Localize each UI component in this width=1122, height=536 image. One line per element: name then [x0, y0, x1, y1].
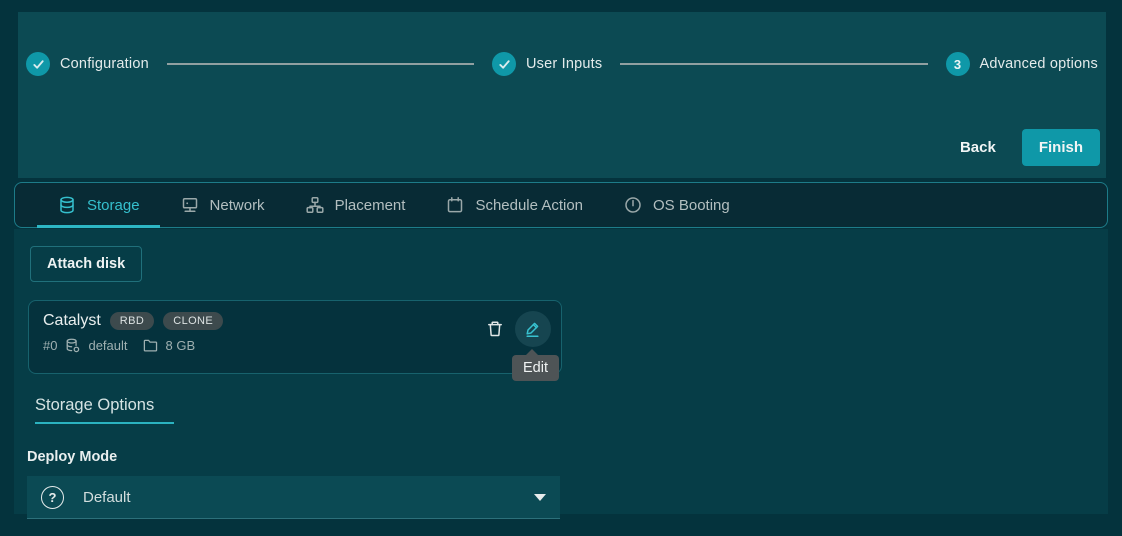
- step-label: Configuration: [60, 56, 149, 72]
- disk-index: #0: [43, 338, 57, 353]
- network-icon: [180, 195, 200, 215]
- disk-card[interactable]: Catalyst RBD CLONE #0 default: [28, 300, 562, 374]
- deploy-mode-select[interactable]: ? Default: [27, 476, 560, 519]
- sitemap-icon: [305, 195, 325, 215]
- edit-tooltip: Edit: [512, 355, 559, 381]
- step-label: User Inputs: [526, 56, 602, 72]
- stepper-connector: [620, 63, 927, 65]
- tab-label: Placement: [335, 197, 406, 214]
- tab-placement[interactable]: Placement: [285, 183, 426, 227]
- storage-tab-content: Attach disk Catalyst RBD CLONE #0 defaul…: [14, 229, 1108, 514]
- database-icon: [57, 195, 77, 215]
- tab-label: Storage: [87, 197, 140, 214]
- step-advanced-options[interactable]: 3 Advanced options: [946, 52, 1098, 76]
- back-button[interactable]: Back: [944, 129, 1012, 166]
- pencil-icon: [523, 319, 543, 339]
- delete-disk-button[interactable]: [477, 311, 513, 347]
- disk-size: 8 GB: [166, 338, 196, 353]
- step-user-inputs[interactable]: User Inputs: [492, 52, 602, 76]
- attach-disk-button[interactable]: Attach disk: [30, 246, 142, 282]
- wizard-stepper: Configuration User Inputs 3 Advanced opt…: [18, 12, 1106, 76]
- storage-options-section: Storage Options: [14, 374, 1108, 424]
- wizard-header-panel: Configuration User Inputs 3 Advanced opt…: [18, 12, 1106, 178]
- advanced-options-tab-bar: Storage Network Placement: [14, 182, 1108, 228]
- trash-icon: [485, 319, 505, 339]
- tab-network[interactable]: Network: [160, 183, 285, 227]
- folder-icon: [142, 337, 159, 354]
- wizard-footer-actions: Back Finish: [18, 129, 1106, 178]
- step-complete-check-icon: [26, 52, 50, 76]
- step-number: 3: [954, 57, 961, 72]
- tab-storage[interactable]: Storage: [37, 183, 160, 227]
- deploy-mode-value: Default: [83, 489, 131, 506]
- deploy-mode-label: Deploy Mode: [27, 449, 1108, 465]
- disk-meta-row: #0 default 8 GB: [43, 337, 547, 354]
- tab-os-booting[interactable]: OS Booting: [603, 183, 750, 227]
- calendar-icon: [445, 195, 465, 215]
- help-icon[interactable]: ?: [41, 486, 64, 509]
- disk-type-badge: RBD: [110, 312, 154, 330]
- disk-pool: default: [88, 338, 127, 353]
- section-title: Storage Options: [35, 396, 174, 424]
- disk-actions: [477, 311, 551, 347]
- step-label: Advanced options: [980, 56, 1098, 72]
- storage-pool-icon: [64, 337, 81, 354]
- disk-title-row: Catalyst RBD CLONE: [43, 312, 547, 330]
- step-complete-check-icon: [492, 52, 516, 76]
- tab-label: OS Booting: [653, 197, 730, 214]
- finish-button[interactable]: Finish: [1022, 129, 1100, 166]
- chevron-down-icon: [534, 494, 546, 501]
- disk-name: Catalyst: [43, 312, 101, 330]
- step-number-badge: 3: [946, 52, 970, 76]
- stepper-connector: [167, 63, 474, 65]
- tab-label: Schedule Action: [475, 197, 583, 214]
- tab-label: Network: [210, 197, 265, 214]
- step-configuration[interactable]: Configuration: [26, 52, 149, 76]
- edit-disk-button[interactable]: [515, 311, 551, 347]
- tab-schedule-action[interactable]: Schedule Action: [425, 183, 603, 227]
- disk-clone-badge: CLONE: [163, 312, 223, 330]
- power-icon: [623, 195, 643, 215]
